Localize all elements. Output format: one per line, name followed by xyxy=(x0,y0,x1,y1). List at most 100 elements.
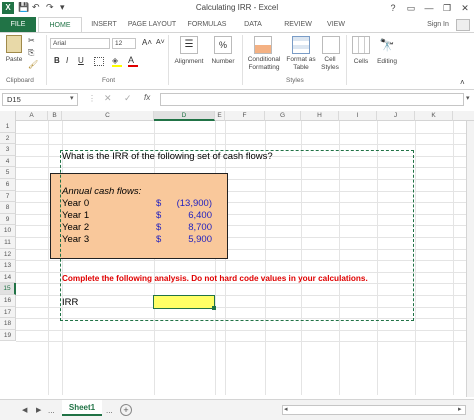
column-header[interactable]: I xyxy=(339,111,377,121)
format-as-table-button[interactable]: Format as Table xyxy=(284,56,318,72)
cut-icon[interactable]: ✂ xyxy=(28,36,35,45)
year-label[interactable]: Year 2 xyxy=(62,222,89,233)
font-size-select[interactable]: 12 xyxy=(112,38,136,49)
scroll-left-icon[interactable]: ◂ xyxy=(284,405,288,413)
expand-formula-bar-icon[interactable]: ▾ xyxy=(466,94,470,102)
conditional-formatting-button[interactable]: Conditional Formatting xyxy=(242,56,286,72)
irr-label-cell[interactable]: IRR xyxy=(62,297,78,308)
row-header[interactable]: 9 xyxy=(0,213,16,226)
year-label[interactable]: Year 3 xyxy=(62,234,89,245)
row-header[interactable]: 16 xyxy=(0,295,16,307)
amount-cell[interactable]: 6,400 xyxy=(164,210,212,221)
restore-button[interactable]: ❐ xyxy=(438,1,456,15)
clipboard-icon[interactable] xyxy=(6,35,22,53)
scroll-right-icon[interactable]: ▸ xyxy=(458,405,462,413)
row-header[interactable]: 14 xyxy=(0,271,16,284)
cancel-icon[interactable]: ✕ xyxy=(104,93,112,104)
tab-data[interactable]: DATA xyxy=(236,17,270,32)
next-sheet-icon[interactable]: ▶ xyxy=(36,406,41,414)
row-header[interactable]: 19 xyxy=(0,329,16,342)
insert-function-button[interactable]: fx xyxy=(144,93,150,102)
year-label[interactable]: Year 0 xyxy=(62,198,89,209)
row-header[interactable]: 8 xyxy=(0,202,16,214)
row-header[interactable]: 6 xyxy=(0,179,16,191)
column-header[interactable]: H xyxy=(301,111,339,121)
copy-icon[interactable]: ⎘ xyxy=(28,48,34,58)
horizontal-scrollbar[interactable] xyxy=(282,405,466,415)
column-header[interactable]: J xyxy=(377,111,415,121)
row-header[interactable]: 7 xyxy=(0,190,16,203)
user-avatar-icon[interactable] xyxy=(456,19,470,31)
editing-button[interactable]: Editing xyxy=(372,58,402,66)
prev-sheet-icon[interactable]: ◀ xyxy=(22,406,27,414)
tab-formulas[interactable]: FORMULAS xyxy=(182,17,232,32)
font-color-icon[interactable]: A xyxy=(128,55,134,65)
binoculars-icon[interactable]: 🔭 xyxy=(378,36,396,54)
name-box[interactable]: D15 xyxy=(2,93,78,106)
row-header[interactable]: 1 xyxy=(0,121,16,133)
tab-home[interactable]: HOME xyxy=(38,17,82,32)
amount-cell[interactable]: (13,900) xyxy=(164,198,212,209)
row-header[interactable]: 2 xyxy=(0,132,16,145)
amount-cell[interactable]: 5,900 xyxy=(164,234,212,245)
column-header[interactable]: F xyxy=(225,111,265,121)
sign-in-link[interactable]: Sign In xyxy=(420,17,456,32)
tab-page-layout[interactable]: PAGE LAYOUT xyxy=(124,17,180,32)
row-header[interactable]: 5 xyxy=(0,167,16,179)
conditional-formatting-icon[interactable] xyxy=(254,36,272,54)
row-header[interactable]: 17 xyxy=(0,306,16,319)
alignment-icon[interactable]: ☰ xyxy=(180,36,198,54)
number-button[interactable]: Number xyxy=(206,58,240,66)
fill-color-icon[interactable]: ◈ xyxy=(112,56,118,65)
formula-input[interactable] xyxy=(160,93,464,106)
tab-file[interactable]: FILE xyxy=(0,17,36,32)
percent-icon[interactable]: % xyxy=(214,36,232,54)
question-cell[interactable]: What is the IRR of the following set of … xyxy=(62,151,273,162)
bold-icon[interactable]: B xyxy=(54,56,60,65)
alignment-button[interactable]: Alignment xyxy=(170,58,208,66)
enter-icon[interactable]: ✓ xyxy=(124,93,132,104)
select-all-button[interactable] xyxy=(0,111,16,121)
collapse-ribbon-icon[interactable]: ˄ xyxy=(460,78,465,87)
font-name-select[interactable]: Arial xyxy=(50,38,110,49)
column-header[interactable]: C xyxy=(62,111,154,121)
cells-icon[interactable] xyxy=(352,36,370,54)
year-label[interactable]: Year 1 xyxy=(62,210,89,221)
help-button[interactable]: ? xyxy=(384,1,402,15)
row-header[interactable]: 4 xyxy=(0,155,16,168)
add-sheet-button[interactable]: + xyxy=(120,404,132,416)
sheet-tab-sheet1[interactable]: Sheet1 xyxy=(62,400,102,416)
tab-insert[interactable]: INSERT xyxy=(84,17,124,32)
row-header[interactable]: 13 xyxy=(0,260,16,272)
column-header[interactable]: K xyxy=(415,111,453,121)
vertical-scrollbar[interactable] xyxy=(466,121,474,397)
increase-font-icon[interactable]: A˄ xyxy=(142,38,152,47)
paste-button[interactable]: Paste xyxy=(2,56,26,64)
tab-review[interactable]: REVIEW xyxy=(278,17,318,32)
row-header[interactable]: 18 xyxy=(0,318,16,330)
column-header[interactable]: E xyxy=(215,111,225,121)
tab-view[interactable]: VIEW xyxy=(320,17,352,32)
decrease-font-icon[interactable]: A˅ xyxy=(156,39,165,46)
row-header[interactable]: 3 xyxy=(0,144,16,156)
ribbon-display-button[interactable]: ▭ xyxy=(402,1,420,15)
row-header[interactable]: 11 xyxy=(0,237,16,249)
row-header[interactable]: 10 xyxy=(0,225,16,237)
name-box-dropdown-icon[interactable]: ▾ xyxy=(70,94,74,102)
minimize-button[interactable]: — xyxy=(420,1,438,15)
amount-cell[interactable]: 8,700 xyxy=(164,222,212,233)
borders-icon[interactable] xyxy=(94,57,104,66)
close-button[interactable]: ✕ xyxy=(456,1,474,15)
column-header[interactable]: A xyxy=(16,111,48,121)
format-as-table-icon[interactable] xyxy=(292,36,310,54)
format-painter-icon[interactable]: 🖌 xyxy=(28,60,38,69)
irr-input-cell-selected[interactable] xyxy=(153,295,215,309)
instruction-cell[interactable]: Complete the following analysis. Do not … xyxy=(62,274,368,283)
underline-icon[interactable]: U xyxy=(78,56,84,65)
column-header[interactable]: G xyxy=(265,111,301,121)
row-header-selected[interactable]: 15 xyxy=(0,283,16,295)
sheet-overflow-right[interactable]: ... xyxy=(106,406,113,415)
column-header[interactable]: B xyxy=(48,111,62,121)
cell-styles-button[interactable]: Cell Styles xyxy=(316,56,344,72)
sheet-overflow-left[interactable]: ... xyxy=(48,406,55,415)
